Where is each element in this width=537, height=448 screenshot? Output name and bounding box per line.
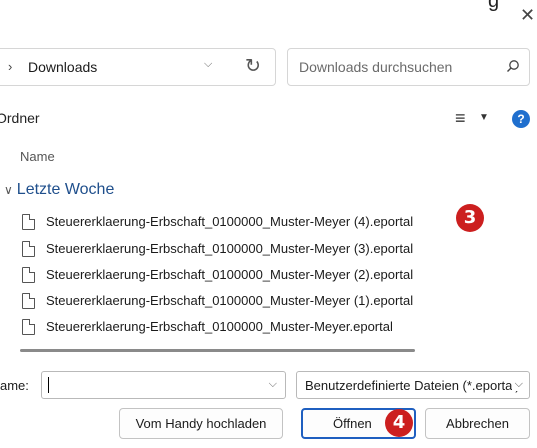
file-icon: [22, 214, 35, 230]
filetype-dropdown-icon[interactable]: ⌵: [511, 378, 523, 391]
horizontal-scrollbar[interactable]: [20, 349, 415, 352]
group-collapse-icon[interactable]: ∨: [4, 183, 13, 197]
refresh-icon[interactable]: ↻: [245, 55, 261, 78]
search-icon[interactable]: [506, 59, 520, 78]
file-row[interactable]: Steuererklaerung-Erbschaft_0100000_Muste…: [22, 317, 462, 341]
filetype-select[interactable]: Benutzerdefinierte Dateien (*.eportal) ⌵: [296, 371, 530, 399]
upload-from-phone-button[interactable]: Vom Handy hochladen: [119, 408, 283, 439]
group-header-last-week[interactable]: ∨ Letzte Woche: [4, 181, 114, 199]
text-caret: [48, 377, 49, 393]
view-dropdown-icon[interactable]: ▼: [479, 112, 489, 123]
file-row[interactable]: Steuererklaerung-Erbschaft_0100000_Muste…: [22, 212, 462, 236]
view-options-icon[interactable]: ≡: [455, 108, 466, 129]
breadcrumb-chevron-icon[interactable]: ›: [8, 59, 12, 74]
file-icon: [22, 293, 35, 309]
file-row[interactable]: Steuererklaerung-Erbschaft_0100000_Muste…: [22, 239, 462, 263]
file-icon: [22, 241, 35, 257]
close-icon[interactable]: ✕: [520, 6, 535, 24]
annotation-badge-4: 4: [385, 409, 413, 437]
cancel-button[interactable]: Abbrechen: [425, 408, 530, 439]
filename-field[interactable]: ⌵: [41, 371, 286, 399]
group-label: Letzte Woche: [16, 181, 115, 198]
filename-label: ame:: [0, 378, 29, 393]
file-name[interactable]: Steuererklaerung-Erbschaft_0100000_Muste…: [46, 293, 413, 308]
breadcrumb-downloads[interactable]: Downloads: [28, 59, 97, 75]
filetype-value[interactable]: Benutzerdefinierte Dateien (*.eportal): [305, 378, 520, 393]
file-icon: [22, 267, 35, 283]
filename-dropdown-icon[interactable]: ⌵: [269, 378, 277, 391]
file-icon: [22, 319, 35, 335]
help-icon[interactable]: ?: [512, 110, 530, 128]
window-title-fragment: g: [488, 0, 500, 12]
file-row[interactable]: Steuererklaerung-Erbschaft_0100000_Muste…: [22, 291, 462, 315]
organize-menu[interactable]: Ordner: [0, 110, 40, 126]
file-row[interactable]: Steuererklaerung-Erbschaft_0100000_Muste…: [22, 265, 462, 289]
search-box[interactable]: Downloads durchsuchen: [287, 48, 530, 86]
column-header-name[interactable]: Name: [20, 149, 55, 164]
address-dropdown-icon[interactable]: ⌵: [204, 58, 212, 71]
annotation-badge-3: 3: [456, 204, 484, 232]
search-input[interactable]: Downloads durchsuchen: [299, 59, 452, 75]
address-bar[interactable]: › Downloads ⌵ ↻: [0, 48, 276, 86]
file-name[interactable]: Steuererklaerung-Erbschaft_0100000_Muste…: [46, 241, 413, 256]
file-name[interactable]: Steuererklaerung-Erbschaft_0100000_Muste…: [46, 319, 393, 334]
file-name[interactable]: Steuererklaerung-Erbschaft_0100000_Muste…: [46, 214, 413, 229]
file-name[interactable]: Steuererklaerung-Erbschaft_0100000_Muste…: [46, 267, 413, 282]
